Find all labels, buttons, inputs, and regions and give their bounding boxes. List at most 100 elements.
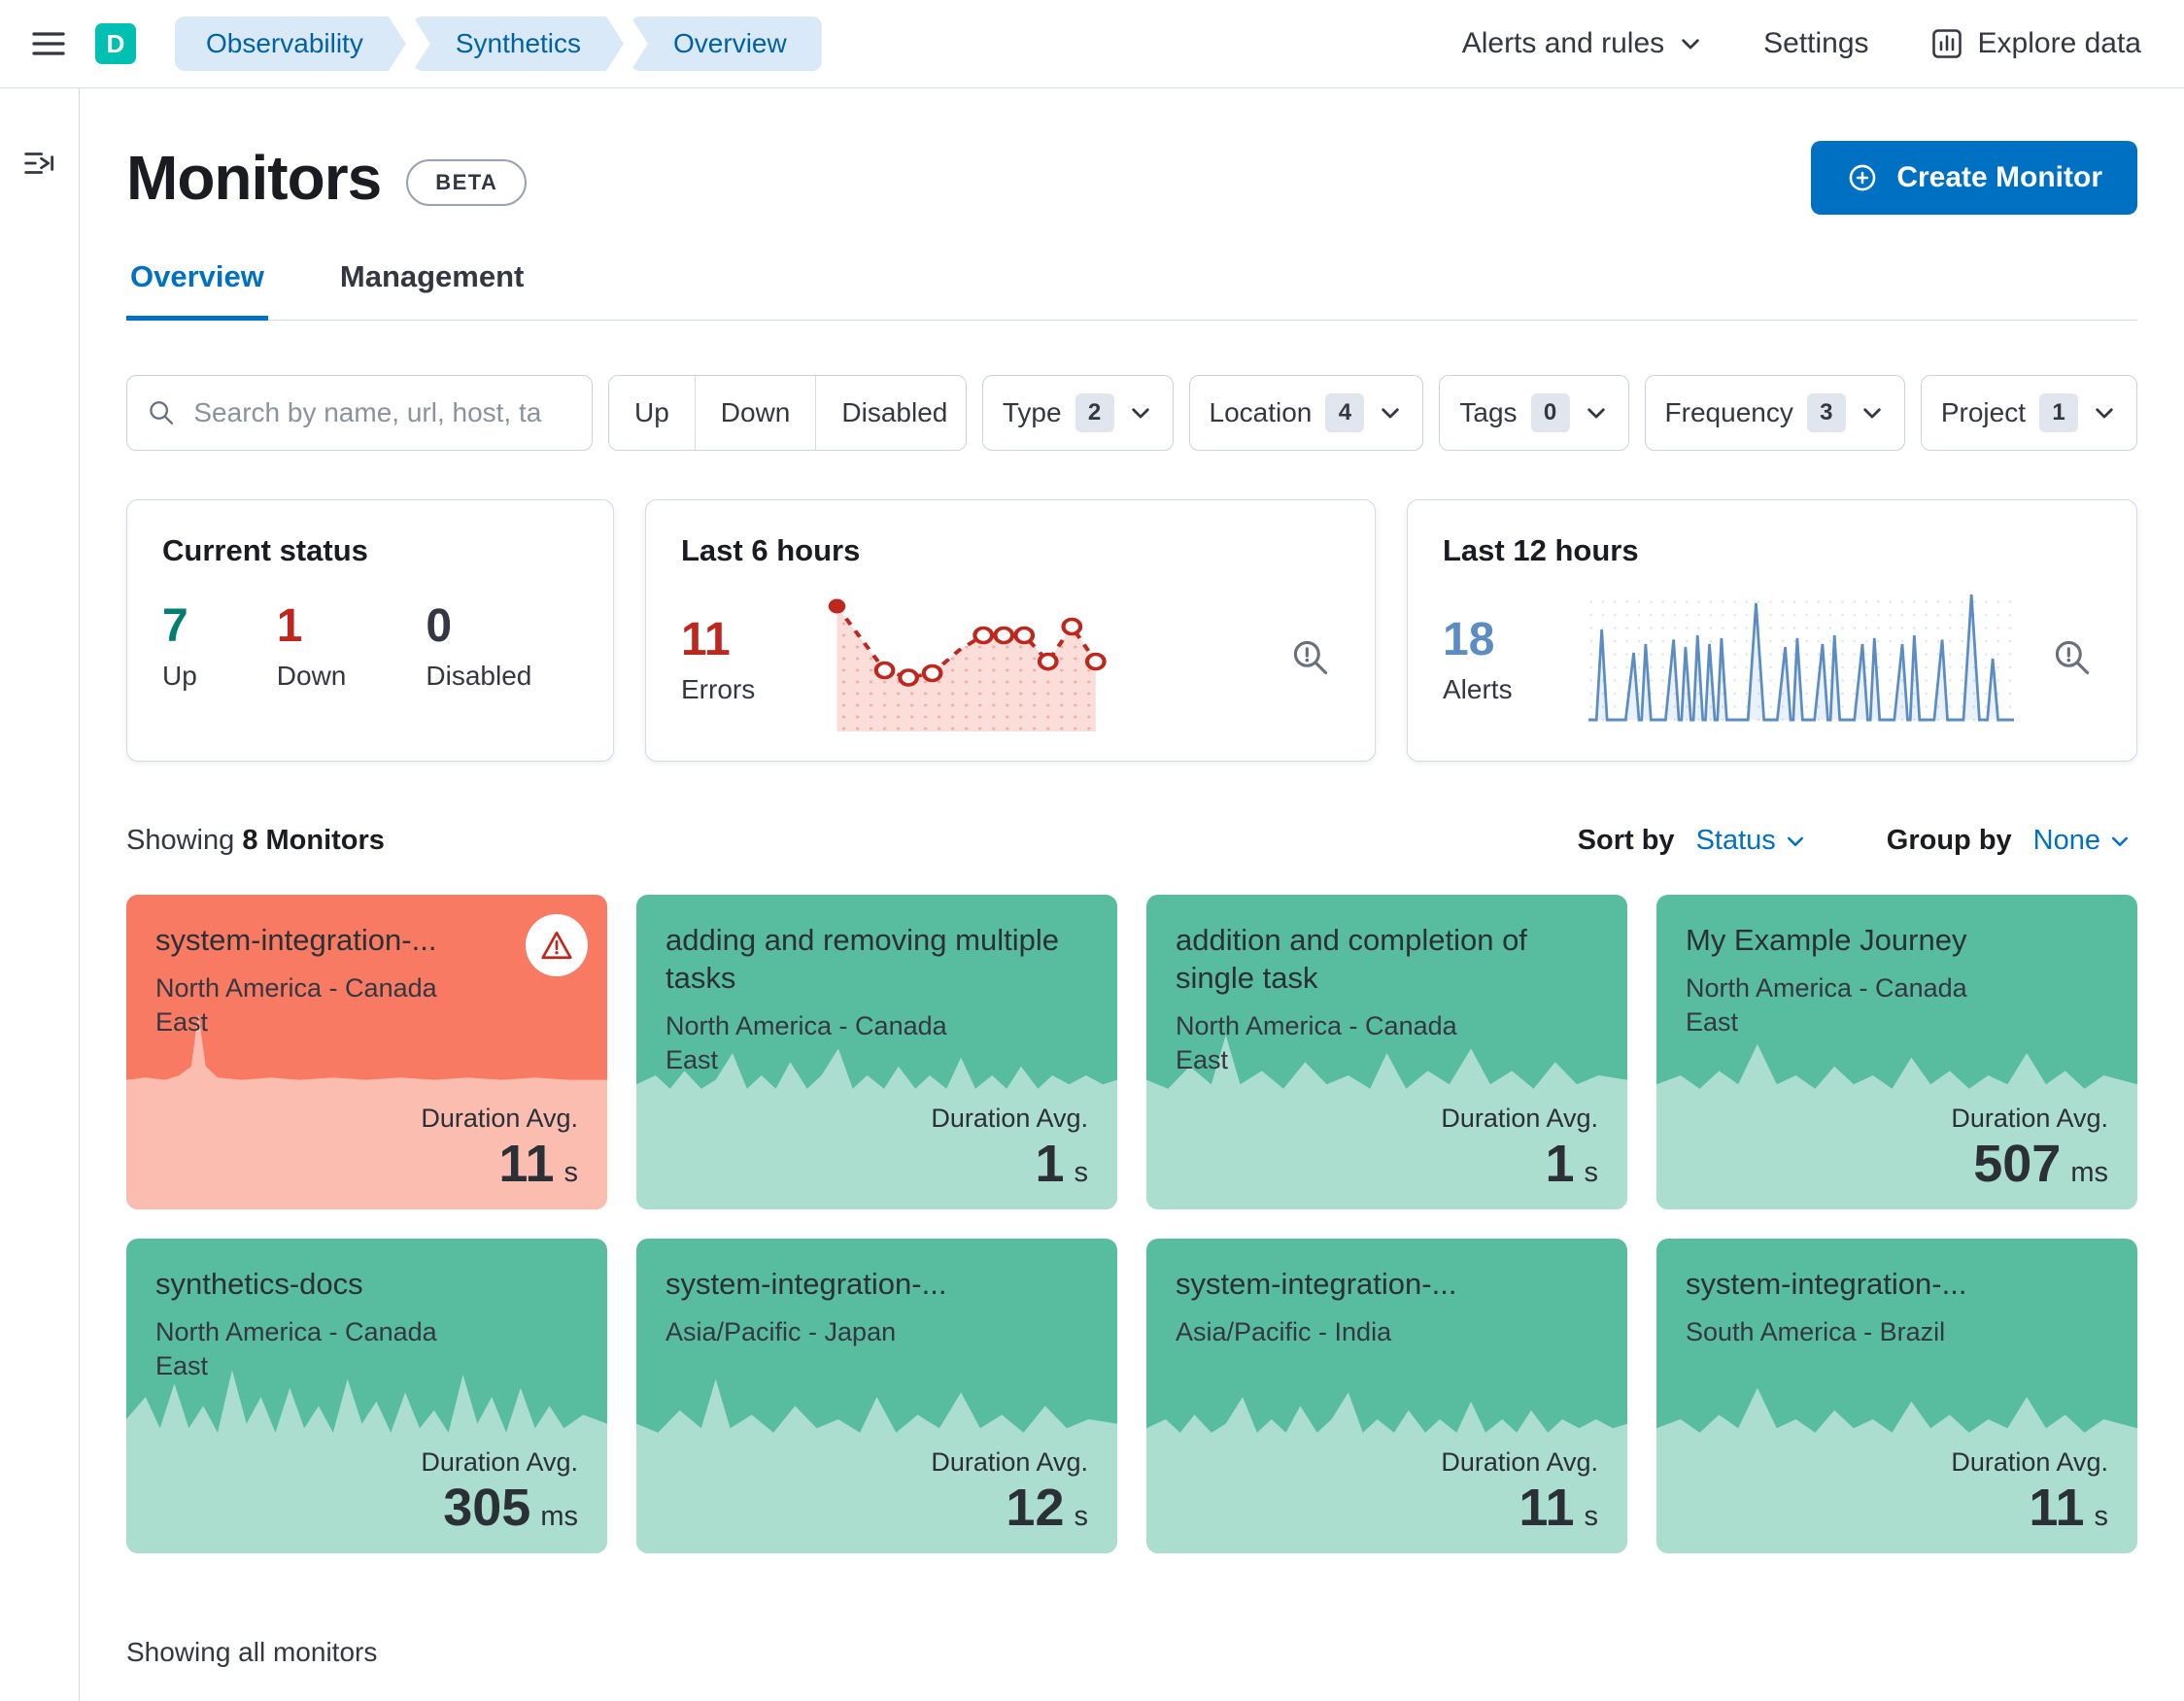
magnifier-icon [2055, 640, 2090, 674]
duration-value: 1 [1545, 1134, 1575, 1193]
breadcrumb-synthetics[interactable]: Synthetics [413, 17, 624, 71]
alerts-chart [1588, 586, 2014, 731]
search-input[interactable] [191, 396, 572, 429]
magnifier-icon [1293, 640, 1328, 674]
monitor-card[interactable]: synthetics-docs North America - Canada E… [126, 1239, 607, 1553]
filter-type-dropdown[interactable]: Type 2 [981, 375, 1174, 451]
settings-label: Settings [1763, 27, 1869, 59]
disabled-label: Disabled [426, 661, 532, 691]
current-status-card: Current status 7 Up 1 Down 0 Disabled [126, 499, 614, 762]
monitor-card[interactable]: system-integration-... North America - C… [126, 895, 607, 1209]
errors-chart [827, 586, 1252, 731]
alerts-and-rules-label: Alerts and rules [1461, 27, 1665, 59]
up-label: Up [162, 661, 197, 691]
disabled-count: 0 [426, 600, 453, 652]
chevron-down-icon [2111, 836, 2129, 846]
status-up-stat: 7 Up [162, 599, 197, 692]
duration-unit: s [563, 1156, 579, 1188]
monitor-card[interactable]: system-integration-... South America - B… [1656, 1239, 2137, 1553]
chevron-down-icon [1382, 408, 1400, 419]
duration-label: Duration Avg. [421, 1103, 578, 1133]
duration-label: Duration Avg. [931, 1446, 1088, 1477]
page-title: Monitors [126, 143, 382, 213]
duration-label: Duration Avg. [931, 1103, 1088, 1133]
breadcrumb-observability[interactable]: Observability [175, 17, 406, 71]
monitor-card[interactable]: addition and completion of single task N… [1146, 895, 1627, 1209]
filter-frequency-count: 3 [1806, 393, 1846, 432]
monitor-name: system-integration-... [665, 1267, 947, 1301]
up-count: 7 [162, 600, 188, 652]
top-navigation-bar: D Observability Synthetics Overview Aler… [0, 0, 2184, 88]
filter-project-label: Project [1940, 397, 2026, 427]
group-by-select[interactable]: None [2028, 824, 2137, 858]
current-status-title: Current status [162, 533, 368, 567]
monitor-name: system-integration-... [155, 923, 437, 957]
monitor-card[interactable]: adding and removing multiple tasks North… [636, 895, 1117, 1209]
breadcrumb-overview[interactable]: Overview [631, 17, 822, 71]
monitor-grid: system-integration-... North America - C… [126, 895, 2137, 1553]
duration-label: Duration Avg. [421, 1446, 578, 1477]
status-filter-up-button[interactable]: Up [609, 376, 696, 450]
hamburger-icon [32, 32, 65, 55]
status-down-stat: 1 Down [277, 599, 347, 692]
monitor-name: synthetics-docs [155, 1267, 363, 1301]
group-by-label: Group by [1886, 825, 2012, 856]
showing-monitors-text: Showing 8 Monitors [126, 825, 385, 856]
monitor-location: North America - Canada East [155, 972, 437, 1037]
monitor-name: My Example Journey [1686, 923, 1967, 957]
monitor-card[interactable]: system-integration-... Asia/Pacific - Ja… [636, 1239, 1117, 1553]
settings-link[interactable]: Settings [1763, 27, 1868, 60]
duration-value: 507 [1973, 1134, 2062, 1193]
monitor-count: 8 Monitors [242, 825, 385, 856]
monitor-name: system-integration-... [1176, 1267, 1457, 1301]
explore-data-label: Explore data [1977, 27, 2141, 59]
inspect-alerts-button[interactable] [2043, 629, 2101, 690]
monitor-card[interactable]: My Example Journey North America - Canad… [1656, 895, 2137, 1209]
monitor-card[interactable]: system-integration-... Asia/Pacific - In… [1146, 1239, 1627, 1553]
filter-type-count: 2 [1075, 393, 1114, 432]
monitor-name: system-integration-... [1686, 1267, 1967, 1301]
inspect-errors-button[interactable] [1281, 629, 1340, 690]
plus-in-circle-icon [1849, 164, 1876, 191]
duration-value: 11 [498, 1134, 555, 1193]
create-monitor-label: Create Monitor [1896, 161, 2102, 193]
group-by-value: None [2032, 825, 2100, 856]
monitor-location: North America - Canada East [665, 1010, 947, 1074]
filter-project-dropdown[interactable]: Project 1 [1920, 375, 2137, 451]
collapsed-sidebar [0, 88, 80, 1701]
status-filter-group: Up Down Disabled [608, 375, 967, 451]
create-monitor-button[interactable]: Create Monitor [1811, 141, 2137, 215]
deployment-badge[interactable]: D [95, 23, 136, 64]
menu-right-icon [23, 153, 53, 174]
monitor-location: South America - Brazil [1686, 1316, 1946, 1346]
duration-value: 305 [443, 1478, 531, 1537]
alerts-and-rules-menu[interactable]: Alerts and rules [1462, 27, 1703, 60]
chevron-down-icon [1863, 408, 1881, 419]
menu-icon[interactable] [23, 18, 74, 69]
duration-label: Duration Avg. [1441, 1103, 1598, 1133]
chevron-down-icon [1131, 408, 1149, 419]
status-disabled-stat: 0 Disabled [426, 599, 531, 692]
filter-frequency-label: Frequency [1664, 397, 1793, 427]
expand-sidebar-button[interactable] [16, 139, 64, 190]
filter-type-label: Type [1002, 397, 1062, 427]
search-box [126, 375, 593, 451]
explore-data-link[interactable]: Explore data [1929, 26, 2141, 61]
duration-value: 11 [2029, 1478, 2085, 1537]
status-filter-disabled-button[interactable]: Disabled [816, 376, 966, 450]
duration-unit: s [2094, 1500, 2109, 1532]
monitor-location: Asia/Pacific - India [1176, 1316, 1392, 1346]
status-filter-down-button[interactable]: Down [695, 376, 817, 450]
filter-tags-count: 0 [1530, 393, 1570, 432]
sort-by-select[interactable]: Status [1690, 824, 1813, 858]
filter-tags-dropdown[interactable]: Tags 0 [1439, 375, 1629, 451]
filter-location-dropdown[interactable]: Location 4 [1188, 375, 1424, 451]
duration-label: Duration Avg. [1441, 1446, 1598, 1477]
filter-frequency-dropdown[interactable]: Frequency 3 [1644, 375, 1905, 451]
tab-overview[interactable]: Overview [126, 259, 268, 321]
sort-by-value: Status [1695, 825, 1776, 856]
duration-unit: ms [540, 1500, 578, 1532]
tab-management[interactable]: Management [336, 259, 528, 320]
down-count: 1 [276, 600, 303, 652]
chevron-down-icon [1682, 39, 1699, 50]
